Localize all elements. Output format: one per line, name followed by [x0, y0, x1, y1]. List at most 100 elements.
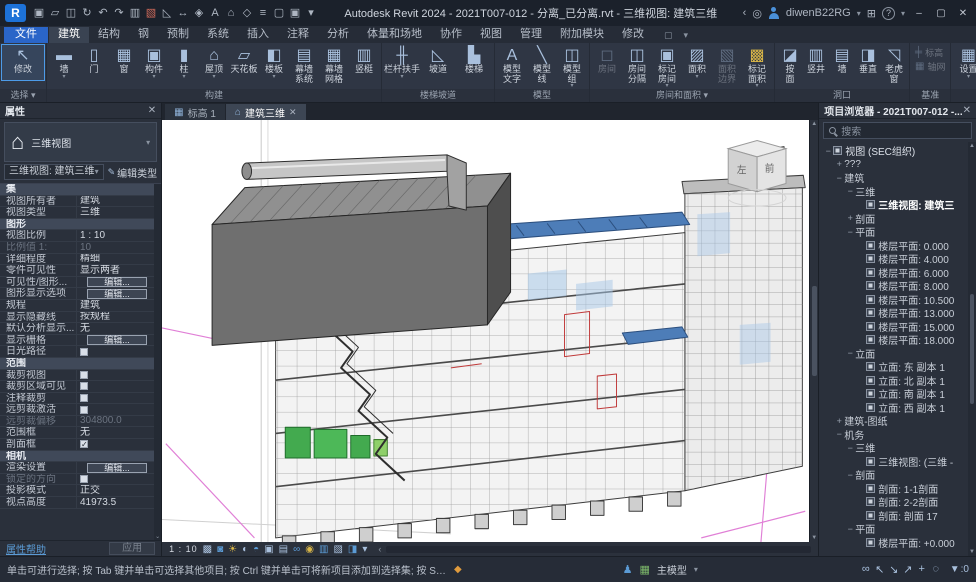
design-option-chevron-icon[interactable]: ▾	[694, 565, 698, 574]
search-collapse-icon[interactable]: ‹	[743, 7, 747, 19]
open-icon[interactable]: ▱	[47, 4, 63, 22]
sun-path-icon[interactable]: ☀	[228, 543, 237, 556]
level-button[interactable]: ╪ 标高	[912, 45, 946, 59]
tree-mech-sections[interactable]: − 剖面	[819, 468, 968, 482]
tree-expander-icon[interactable]: −	[834, 429, 844, 439]
tree-elev-east[interactable]: 立面: 东 副本 1	[819, 360, 968, 374]
instance-selector[interactable]: 三维视图: 建筑三维 ▾	[4, 164, 104, 180]
tree-plan-6000[interactable]: 楼层平面: 6.000	[819, 266, 968, 280]
browser-search-input[interactable]: 搜索	[823, 122, 972, 139]
properties-close-icon[interactable]: ✕	[148, 105, 156, 116]
ramp-button[interactable]: ◺ 坡道 ▾	[420, 45, 456, 80]
tree-plan-8000[interactable]: 楼层平面: 8.000	[819, 279, 968, 293]
type-selector[interactable]: ⌂ 三维视图 ▾	[4, 122, 157, 162]
tree-plan-mech-0000[interactable]: 楼层平面: +0.000	[819, 536, 968, 550]
door-button[interactable]: ▯ 门 ▾	[79, 45, 109, 80]
tree-arch-elevations[interactable]: − 立面	[819, 347, 968, 361]
model-group-button[interactable]: ◫ 模型 组 ▾	[557, 45, 587, 89]
horizontal-scrollbar[interactable]	[386, 546, 811, 553]
tree-elev-south[interactable]: 立面: 南 副本 1	[819, 387, 968, 401]
property-row[interactable]: 锁定的方向	[0, 474, 161, 486]
tree-arch-sections[interactable]: + 剖面	[819, 212, 968, 226]
property-row[interactable]: 裁剪区域可见	[0, 381, 161, 393]
tree-plan-10500[interactable]: 楼层平面: 10.500	[819, 293, 968, 307]
restore-button[interactable]: ▢	[933, 8, 949, 19]
tree-arch-3d[interactable]: − 三维	[819, 185, 968, 199]
checkbox[interactable]	[80, 348, 88, 356]
reveal-constraints-icon[interactable]: ▾	[362, 543, 367, 556]
roof-button[interactable]: ⌂ 屋顶 ▾	[199, 45, 229, 80]
property-row[interactable]: 视图所有者 建筑	[0, 196, 161, 208]
hide-isolate-icon[interactable]: ∞	[293, 543, 300, 556]
floor-button[interactable]: ◧ 楼板 ▾	[259, 45, 289, 80]
set-workplane-button[interactable]: ▦ 设置 ▾	[953, 45, 976, 80]
tag-icon[interactable]: ◈	[191, 4, 207, 22]
tab-addins[interactable]: 附加模块	[551, 27, 613, 43]
visual-style-icon[interactable]: ◙	[217, 543, 223, 556]
curtain-system-button[interactable]: ▤ 幕墙 系统 ▾	[289, 45, 319, 89]
tree-plan-4000[interactable]: 楼层平面: 4.000	[819, 252, 968, 266]
property-row[interactable]: 集	[0, 184, 161, 196]
project-browser-close-icon[interactable]: ✕	[963, 105, 971, 116]
aligned-dimension-icon[interactable]: ↔	[175, 4, 191, 22]
measure-icon[interactable]: ◺	[159, 4, 175, 22]
tab-massing-site[interactable]: 体量和场地	[358, 27, 431, 43]
wall-opening-button[interactable]: ▤ 墙 ▾	[829, 45, 855, 80]
property-row[interactable]: 视图比例 1 : 10	[0, 230, 161, 242]
scroll-left-icon[interactable]: ‹	[378, 544, 381, 554]
panel-label-rooms[interactable]: 房间和面积 ▾	[590, 89, 774, 102]
tree-mechanical[interactable]: − 机务	[819, 428, 968, 442]
panel-label-select[interactable]: 选择 ▾	[0, 89, 46, 102]
browser-scrollbar-thumb[interactable]	[970, 294, 974, 404]
tree-expander-icon[interactable]: +	[834, 416, 844, 426]
view-scale-button[interactable]: 1 : 10	[169, 544, 198, 554]
tab-systems[interactable]: 系统	[198, 27, 238, 43]
design-options-icon[interactable]: ▦	[639, 563, 649, 576]
save-icon[interactable]: ◫	[63, 4, 79, 22]
ribbon-state-toggle-icon[interactable]: ▾	[684, 28, 689, 43]
property-row[interactable]: 规程 建筑	[0, 300, 161, 312]
help-menu-chevron-icon[interactable]: ▾	[901, 9, 905, 18]
tree-expander-icon[interactable]: −	[834, 173, 844, 183]
property-row[interactable]: 剖面框	[0, 439, 161, 451]
user-avatar-icon[interactable]	[768, 7, 780, 19]
help-icon[interactable]: ?	[882, 7, 895, 20]
room-separator-button[interactable]: ◫ 房间 分隔 ▾	[622, 45, 652, 89]
property-row[interactable]: 详细程度 精细	[0, 254, 161, 266]
browser-scrollbar[interactable]: ▲ ▼	[968, 142, 976, 556]
file-tab[interactable]: 文件	[4, 27, 48, 43]
modify-button[interactable]: ↖ 修改 ▾	[2, 45, 44, 80]
filter-button[interactable]: ▼ :0	[950, 564, 969, 575]
property-row[interactable]: 日光路径	[0, 346, 161, 358]
edit-button[interactable]: 编辑...	[87, 289, 147, 299]
property-row[interactable]: 渲染设置 编辑...	[0, 462, 161, 474]
tree-plan-0000[interactable]: 楼层平面: 0.000	[819, 239, 968, 253]
active-design-option[interactable]: 主模型	[657, 562, 687, 577]
tree-expander-icon[interactable]: −	[845, 348, 855, 358]
property-row[interactable]: 默认分析显示... 无	[0, 323, 161, 335]
tree-arch-sheets[interactable]: + 建筑-图纸	[819, 414, 968, 428]
property-row[interactable]: 可见性/图形... 编辑...	[0, 277, 161, 289]
checkbox[interactable]	[80, 394, 88, 402]
displacement-sets-icon[interactable]: ◨	[348, 543, 357, 556]
tab-view[interactable]: 视图	[471, 27, 511, 43]
reveal-hidden-icon[interactable]: ◉	[305, 543, 314, 556]
view-tab-close-icon[interactable]: ✕	[289, 107, 297, 118]
tree-mech-3d[interactable]: − 三维	[819, 441, 968, 455]
select-pinned-icon[interactable]: ◌	[929, 563, 943, 576]
property-row[interactable]: 视点高度 41973.5	[0, 497, 161, 509]
property-row[interactable]: 远剪裁偏移 304800.0	[0, 416, 161, 428]
tree-plan-13000[interactable]: 楼层平面: 13.000	[819, 306, 968, 320]
switch-windows-icon[interactable]: ▣	[287, 4, 303, 22]
property-row[interactable]: 范围框 无	[0, 427, 161, 439]
customize-qat-icon[interactable]: ▾	[303, 4, 319, 22]
shadows-icon[interactable]: ◐	[242, 543, 248, 556]
room-button[interactable]: ◻ 房间 ▾	[592, 45, 622, 80]
properties-scrollbar[interactable]	[154, 184, 161, 540]
checkbox[interactable]	[80, 440, 88, 448]
property-row[interactable]: 图形显示选项 编辑...	[0, 288, 161, 300]
drawing-area[interactable]: 左 前	[162, 120, 809, 542]
property-row[interactable]: 范围	[0, 358, 161, 370]
default-3d-view-icon[interactable]: ⌂	[223, 4, 239, 22]
tree-expander-icon[interactable]: −	[845, 470, 855, 480]
